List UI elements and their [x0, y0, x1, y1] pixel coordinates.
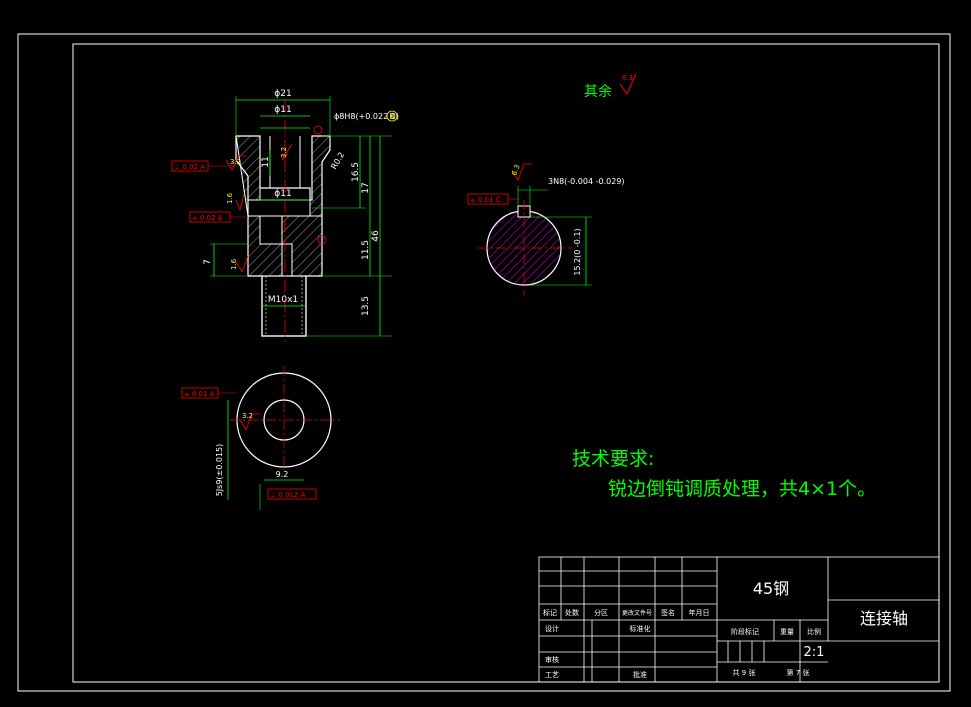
svg-text:工艺: 工艺 [545, 671, 559, 679]
dim-m10: M10x1 [268, 295, 298, 305]
roughness-1-6-a: 1.6 [226, 192, 234, 204]
dim-keyway: 3N8(-0.004 -0.029) [548, 177, 625, 186]
roughness-3-2-a: 3.2 [230, 158, 241, 166]
tech-req-line1: 锐边倒钝调质处理，共4×1个。 [608, 478, 877, 500]
title-block-texts: 45钢 连接轴 2:1 标记 处数 分区 更改文件号 签名 年月日 设计 标准化… [543, 579, 908, 679]
scale: 2:1 [804, 645, 825, 660]
dim-d9-2: 9.2 [276, 470, 289, 479]
svg-text:⌯ 0.02 A: ⌯ 0.02 A [192, 214, 223, 222]
remaining-roughness-value: 6.3 [622, 74, 633, 82]
tol-perp: ⊥ 0.02 A [171, 160, 236, 172]
svg-text:更改文件号: 更改文件号 [622, 609, 652, 617]
svg-text:⊥ 0.02 A: ⊥ 0.02 A [174, 163, 205, 171]
dim-d8h8: ϕ8H8(+0.022 0) [334, 112, 399, 121]
dim-h46: 46 [371, 230, 381, 242]
svg-text:阶段标记: 阶段标记 [731, 627, 759, 636]
svg-text:共 9 张: 共 9 张 [733, 668, 756, 677]
roughness-3-2-b: 3.2 [280, 147, 288, 158]
tol-sym-a: ⌯ 0.02 A [189, 211, 248, 223]
part-name: 连接轴 [860, 609, 908, 628]
dim-h7: 7 [203, 259, 213, 265]
svg-text:审核: 审核 [545, 655, 559, 664]
tech-req-title: 技术要求: [572, 448, 655, 470]
outer-frame [17, 33, 951, 692]
svg-text:年月日: 年月日 [689, 608, 710, 617]
svg-text:重量: 重量 [780, 628, 794, 636]
material: 45钢 [753, 579, 789, 598]
dim-h17: 17 [361, 182, 371, 193]
body-hatch-left [235, 135, 283, 277]
roughness-1-6-b: 1.6 [230, 258, 238, 270]
dim-h11-5: 11.5 [361, 240, 371, 260]
top-view [181, 366, 340, 510]
svg-text:标记: 标记 [543, 608, 557, 617]
tol-circ-a: ⌯ 0.01 A [184, 390, 215, 398]
svg-text:标准化: 标准化 [630, 624, 651, 633]
tol-sym-c: ⌯ 0.01 C [470, 196, 501, 204]
dim-d11-top: ϕ11 [274, 105, 291, 115]
inner-frame [72, 43, 940, 683]
dim-d11-mid: ϕ11 [274, 189, 291, 199]
dim-r0-2: R0.2 [329, 151, 346, 171]
body-hatch-right [309, 135, 331, 217]
svg-text:批准: 批准 [633, 670, 647, 679]
svg-text:处数: 处数 [565, 608, 579, 617]
dim-key-depth: 15.2(0 -0.1) [573, 228, 582, 275]
roughness-3-2-c: 3.2 [242, 412, 253, 420]
dim-h11: 11 [261, 156, 271, 167]
remaining-label: 其余 [584, 83, 612, 100]
tol-sym-b: ⊥ 0.012 A [270, 491, 306, 499]
svg-text:分区: 分区 [594, 608, 608, 617]
dim-d21: ϕ21 [274, 89, 291, 99]
svg-text:第 7 张: 第 7 张 [787, 668, 810, 677]
svg-text:比例: 比例 [807, 627, 821, 636]
cad-drawing-canvas: B ϕ21 ϕ11 ϕ8H8(+0.022 0) ϕ11 M10x1 16.5 … [17, 33, 951, 692]
svg-text:签名: 签名 [661, 608, 675, 617]
svg-text:设计: 设计 [545, 624, 559, 633]
dim-key-width-side: 5Js9(±0.015) [215, 444, 224, 497]
dim-h16-5: 16.5 [351, 162, 361, 182]
dim-h13-5: 13.5 [361, 296, 371, 316]
